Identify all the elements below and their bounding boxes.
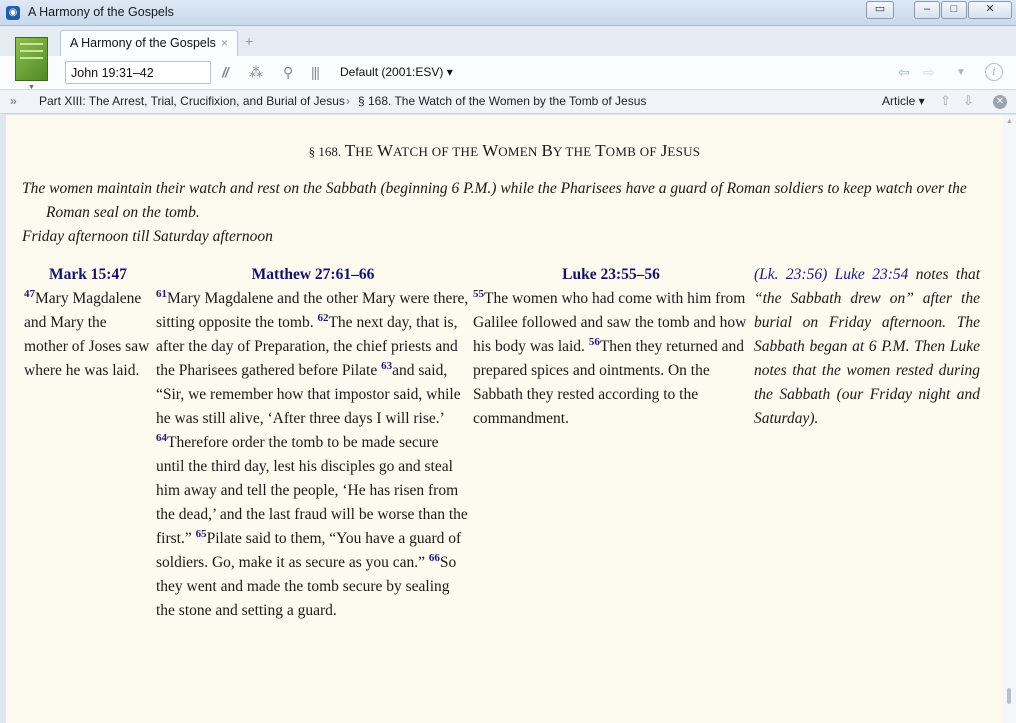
luke-verse-number[interactable]: 55 xyxy=(473,288,484,300)
article-content: § 168. THE WATCH OF THE WOMEN BY THE TOM… xyxy=(6,115,1003,723)
toolbar: // ⁂ ⚲ ||| Default (2001:ESV) ▾ ⇦ ⇨ ▼ i xyxy=(0,56,1016,90)
add-tab-button[interactable]: + xyxy=(245,33,253,49)
matthew-verse-number[interactable]: 61 xyxy=(156,288,167,300)
mark-heading[interactable]: Mark 15:47 xyxy=(24,263,152,287)
mark-verse-text: Mary Magdalene and Mary the mother of Jo… xyxy=(24,290,150,379)
title-word: WOMEN xyxy=(482,141,538,160)
column-note: (Lk. 23:56) Luke 23:54 notes that “the S… xyxy=(754,263,980,431)
visual-filters-icon[interactable]: ⁂ xyxy=(249,64,263,81)
tab-label: A Harmony of the Gospels xyxy=(70,36,216,50)
title-word: JESUS xyxy=(660,141,701,160)
title-word: BY THE xyxy=(541,141,592,160)
luke-heading[interactable]: Luke 23:55–56 xyxy=(473,263,749,287)
column-luke: Luke 23:55–56 55The women who had come w… xyxy=(473,263,749,431)
luke-passage: 55The women who had come with him from G… xyxy=(473,287,749,431)
next-article-icon[interactable]: ⇩ xyxy=(963,93,974,109)
parallel-resources-icon[interactable]: // xyxy=(222,64,229,80)
article-view-dropdown[interactable]: Article ▾ xyxy=(882,94,925,108)
note-ref-lk-23-56[interactable]: (Lk. 23:56) xyxy=(754,266,827,283)
close-breadcrumb-icon[interactable]: ✕ xyxy=(993,95,1007,109)
close-window-button[interactable]: ✕ xyxy=(968,1,1012,19)
matthew-verse-number[interactable]: 64 xyxy=(156,432,167,444)
breadcrumb-separator: › xyxy=(346,94,350,108)
logos-app-icon: ◉ xyxy=(6,6,20,20)
tab-harmony-gospels[interactable]: A Harmony of the Gospels × xyxy=(60,30,238,57)
luke-verse-number[interactable]: 56 xyxy=(589,336,600,348)
book-cover-icon[interactable] xyxy=(15,37,48,81)
section-intro: The women maintain their watch and rest … xyxy=(22,180,967,221)
matthew-verse-number[interactable]: 62 xyxy=(317,312,328,324)
info-icon[interactable]: i xyxy=(985,63,1003,81)
section-number: § 168. xyxy=(308,144,342,159)
column-matthew: Matthew 27:61–66 61Mary Magdalene and th… xyxy=(156,263,470,623)
breadcrumb-part[interactable]: Part XIII: The Arrest, Trial, Crucifixio… xyxy=(39,94,345,108)
version-label: Default (2001:ESV) xyxy=(340,65,444,79)
section-title-text: THE WATCH OF THE WOMEN BY THE TOMB OF JE… xyxy=(344,141,701,160)
column-mark: Mark 15:47 47Mary Magdalene and Mary the… xyxy=(24,263,152,383)
window-title: A Harmony of the Gospels xyxy=(28,5,174,19)
scrollbar-thumb[interactable] xyxy=(1007,688,1011,704)
forward-arrow-icon[interactable]: ⇨ xyxy=(923,64,935,81)
columns-icon[interactable]: ||| xyxy=(311,64,320,80)
search-icon[interactable]: ⚲ xyxy=(283,64,293,81)
breadcrumb: » Part XIII: The Arrest, Trial, Crucifix… xyxy=(0,90,1016,114)
window-mode-button[interactable]: ▭ xyxy=(866,1,894,19)
back-arrow-icon[interactable]: ⇦ xyxy=(898,64,910,81)
reference-input[interactable] xyxy=(65,61,211,84)
mark-verse-number[interactable]: 47 xyxy=(24,288,35,300)
section-timing: Friday afternoon till Saturday afternoon xyxy=(22,228,273,245)
title-word: WATCH OF THE xyxy=(376,141,479,160)
matthew-verse-number[interactable]: 65 xyxy=(196,528,207,540)
title-word: TOMB OF xyxy=(595,141,657,160)
title-bar: ◉ A Harmony of the Gospels ▭ – □ ✕ xyxy=(0,0,1016,26)
note-text: notes that “the Sabbath drew on” after t… xyxy=(754,266,981,427)
breadcrumb-section[interactable]: § 168. The Watch of the Women by the Tom… xyxy=(358,94,646,108)
maximize-button[interactable]: □ xyxy=(941,1,967,19)
tab-close-icon[interactable]: × xyxy=(221,36,228,50)
note-ref-luke-23-54[interactable]: Luke 23:54 xyxy=(835,266,909,283)
previous-article-icon[interactable]: ⇧ xyxy=(940,93,951,109)
matthew-verse-number[interactable]: 66 xyxy=(429,552,440,564)
article-view-label: Article xyxy=(882,94,916,108)
minimize-button[interactable]: – xyxy=(914,1,940,19)
expand-panel-icon[interactable]: » xyxy=(10,94,17,108)
book-menu-arrow-icon[interactable]: ▼ xyxy=(28,84,35,91)
scroll-up-icon[interactable]: ▲ xyxy=(1006,118,1013,125)
matthew-passage: 61Mary Magdalene and the other Mary were… xyxy=(156,287,470,623)
title-word: THE xyxy=(344,141,374,160)
matthew-verse-number[interactable]: 63 xyxy=(381,360,392,372)
version-dropdown[interactable]: Default (2001:ESV) ▾ xyxy=(340,65,453,79)
history-dropdown-icon[interactable]: ▼ xyxy=(956,67,966,78)
section-title: § 168. THE WATCH OF THE WOMEN BY THE TOM… xyxy=(6,141,1003,161)
vertical-scrollbar[interactable]: ▲ xyxy=(1003,115,1016,723)
matthew-heading[interactable]: Matthew 27:61–66 xyxy=(156,263,470,287)
mark-passage: 47Mary Magdalene and Mary the mother of … xyxy=(24,287,152,383)
